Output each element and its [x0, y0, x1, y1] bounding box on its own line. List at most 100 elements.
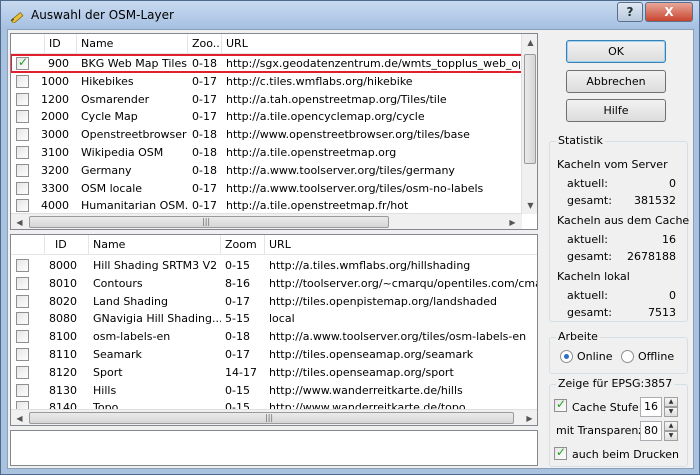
table-row[interactable]: 8120 Sport 14-17 http://tiles.openseamap.or…: [11, 364, 537, 381]
cell-name: Sport: [93, 365, 123, 379]
vertical-scrollbar[interactable]: ▲ ▼: [521, 34, 537, 214]
col-id[interactable]: ID: [45, 34, 77, 54]
row-checkbox[interactable]: [16, 276, 29, 290]
cell-id: 3200: [41, 163, 69, 177]
local-total-label: gesamt:: [567, 306, 612, 319]
table-row[interactable]: 1200 Osmarender 0-17 http://a.tah.openstree…: [11, 91, 537, 108]
scroll-thumb[interactable]: |||: [29, 412, 514, 424]
col-id[interactable]: ID: [45, 235, 89, 255]
scroll-up-arrow[interactable]: ▲: [522, 34, 537, 51]
help-title-button[interactable]: ?: [617, 2, 643, 22]
drucken-checkbox[interactable]: [554, 445, 567, 460]
scroll-right-arrow[interactable]: ▶: [521, 410, 537, 425]
col-url[interactable]: URL: [222, 34, 522, 54]
window-title: Auswahl der OSM-Layer: [31, 8, 174, 22]
table-row[interactable]: 4000 Humanitarian OSM... 0-17 http://a.tile…: [11, 197, 537, 214]
osm-layer-list[interactable]: ID Name Zoo... URL 900 BKG Web Map Tiles 0…: [10, 33, 538, 230]
table-row[interactable]: 2000 Cycle Map 0-17 http://a.tile.opencycle…: [11, 108, 537, 125]
spin-up-icon[interactable]: ▲: [664, 421, 678, 431]
col-url[interactable]: URL: [265, 235, 537, 255]
cell-url: local: [269, 312, 295, 326]
scroll-left-arrow[interactable]: ◀: [11, 410, 28, 425]
cell-name: Germany: [81, 163, 132, 177]
spin-up-icon[interactable]: ▲: [664, 397, 678, 407]
table-row[interactable]: 8100 osm-labels-en 0-18 http://a.www.toolse…: [11, 328, 537, 345]
table-row[interactable]: 1000 Hikebikes 0-17 http://c.tiles.wmflabs.…: [11, 73, 537, 90]
col-zoom[interactable]: Zoo...: [188, 34, 222, 54]
scroll-thumb[interactable]: |||: [29, 216, 389, 228]
row-checkbox[interactable]: [16, 92, 29, 106]
transparenz-input[interactable]: 80: [640, 421, 662, 441]
server-total-value: 381532: [634, 194, 676, 207]
scroll-right-arrow[interactable]: ▶: [504, 214, 521, 229]
cell-url: http://a.tile.openstreetmap.fr/hot: [226, 199, 409, 213]
cell-zoom: 0-17: [192, 110, 217, 124]
col-name[interactable]: Name: [89, 235, 221, 255]
cell-id: 8020: [49, 294, 77, 308]
cache-stufe-spinner[interactable]: ▲ ▼: [664, 397, 678, 417]
offline-radio[interactable]: [621, 350, 634, 363]
cache-stufe-label[interactable]: Cache Stufe: [572, 401, 639, 414]
spin-down-icon[interactable]: ▼: [664, 431, 678, 441]
row-checkbox[interactable]: [16, 365, 29, 379]
cell-name: Humanitarian OSM...: [81, 199, 189, 213]
online-label[interactable]: Online: [577, 350, 612, 363]
table-row[interactable]: 3300 OSM locale 0-17 http://a.www.toolserve…: [11, 180, 537, 197]
table-row[interactable]: 8110 Seamark 0-17 http://tiles.openseamap.o…: [11, 346, 537, 363]
table-row[interactable]: 8000 Hill Shading SRTM3 V2 0-15 http://a.ti…: [11, 257, 537, 274]
cell-name: OSM locale: [81, 181, 143, 195]
row-checkbox[interactable]: [16, 163, 29, 177]
cell-url: http://a.www.toolserver.org/tiles/german…: [226, 163, 455, 177]
horizontal-scrollbar[interactable]: ◀ ||| ▶: [11, 213, 522, 229]
arbeite-group: Arbeite Online Offline: [549, 330, 688, 374]
row-checkbox[interactable]: [16, 259, 29, 272]
row-checkbox[interactable]: [16, 383, 29, 397]
horizontal-scrollbar[interactable]: ◀ ||| ▶: [11, 409, 537, 425]
col-zoom[interactable]: Zoom: [221, 235, 265, 255]
cell-id: 8100: [49, 330, 77, 344]
row-checkbox[interactable]: [16, 294, 29, 308]
row-checkbox[interactable]: [16, 330, 29, 344]
overlay-layer-list[interactable]: ID Name Zoom URL 8000 Hill Shading SRTM3 …: [10, 234, 538, 426]
col-name[interactable]: Name: [77, 34, 188, 54]
row-checkbox[interactable]: [16, 181, 29, 195]
table-row[interactable]: 8020 Land Shading 0-17 http://tiles.openpis…: [11, 293, 537, 310]
layer-info-field[interactable]: [10, 430, 538, 466]
table-row[interactable]: 8130 Hills 0-15 http://www.wanderreitkarte.…: [11, 382, 537, 399]
ok-button[interactable]: OK: [566, 40, 666, 63]
online-radio[interactable]: [560, 350, 573, 363]
drucken-label[interactable]: auch beim Drucken: [572, 448, 679, 461]
row-checkbox[interactable]: [16, 199, 29, 213]
table-row[interactable]: 3200 Germany 0-18 http://a.www.toolserver.o…: [11, 162, 537, 179]
cell-id: 8110: [49, 348, 77, 361]
row-checkbox[interactable]: [16, 74, 29, 88]
cell-zoom: 0-15: [225, 259, 250, 272]
cache-stufe-checkbox[interactable]: [554, 397, 567, 412]
scroll-thumb[interactable]: [524, 54, 536, 164]
row-checkbox[interactable]: [16, 146, 29, 159]
table-row[interactable]: 8010 Contours 8-16 http://toolserver.org/~c…: [11, 275, 537, 292]
scroll-left-arrow[interactable]: ◀: [11, 214, 28, 229]
row-checkbox[interactable]: [16, 128, 29, 142]
help-button[interactable]: Hilfe: [566, 99, 666, 122]
local-current-label: aktuell:: [567, 289, 608, 302]
row-checkbox[interactable]: [16, 110, 29, 124]
cache-stufe-input[interactable]: 16: [640, 397, 662, 417]
row-checkbox[interactable]: [16, 55, 29, 70]
row-checkbox[interactable]: [16, 348, 29, 361]
scroll-down-arrow[interactable]: ▼: [522, 197, 537, 214]
cell-url: http://www.wanderreitkarte.de/hills: [269, 383, 463, 397]
cancel-button[interactable]: Abbrechen: [566, 70, 666, 93]
table-row[interactable]: 8080 GNavigia Hill Shading... 5-15 local: [11, 310, 537, 327]
table-row[interactable]: 3000 Openstreetbrowser 0-18 http://www.open…: [11, 126, 537, 143]
table-row[interactable]: 900 BKG Web Map Tiles 0-18 http://sgx.geoda…: [11, 54, 537, 73]
cell-zoom: 0-18: [225, 330, 250, 344]
cell-id: 2000: [41, 110, 69, 124]
close-button[interactable]: X: [645, 2, 693, 22]
spin-down-icon[interactable]: ▼: [664, 407, 678, 417]
table-row[interactable]: 3100 Wikipedia OSM 0-18 http://a.tile.opens…: [11, 144, 537, 161]
row-checkbox[interactable]: [16, 312, 29, 326]
transparenz-spinner[interactable]: ▲ ▼: [664, 421, 678, 441]
offline-label[interactable]: Offline: [638, 350, 674, 363]
cell-id: 8010: [49, 276, 77, 290]
